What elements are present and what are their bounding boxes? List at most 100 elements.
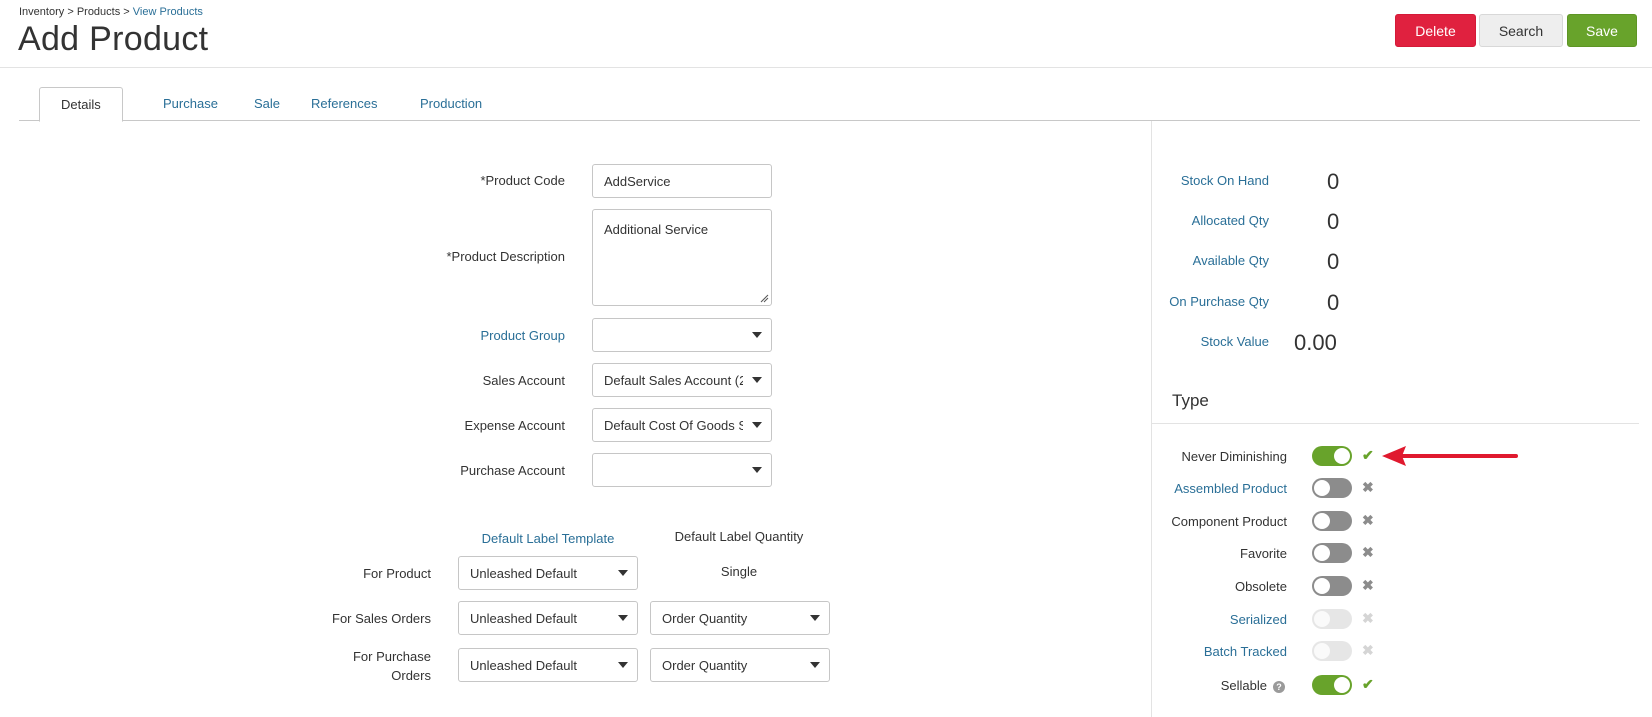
available-qty-label[interactable]: Available Qty <box>1193 253 1269 268</box>
tab-bar: Details Purchase Sale References Product… <box>19 87 1640 122</box>
expense-account-value: Default Cost Of Goods S <box>604 417 743 433</box>
sales-account-label: Sales Account <box>482 373 565 388</box>
chevron-down-icon <box>752 332 762 338</box>
tab-details[interactable]: Details <box>39 87 123 122</box>
on-purchase-qty-label[interactable]: On Purchase Qty <box>1169 294 1269 309</box>
cross-icon: ✖ <box>1362 544 1374 560</box>
tab-production[interactable]: Production <box>399 87 503 121</box>
obsolete-label: Obsolete <box>1234 579 1287 594</box>
allocated-qty-label[interactable]: Allocated Qty <box>1192 213 1269 228</box>
chevron-down-icon <box>618 570 628 576</box>
delete-button[interactable]: Delete <box>1395 14 1476 47</box>
panel-divider <box>1151 121 1152 717</box>
chevron-down-icon <box>752 422 762 428</box>
for-sales-orders-quantity-select[interactable]: Order Quantity <box>650 601 830 635</box>
sellable-toggle[interactable] <box>1312 675 1352 695</box>
for-sales-orders-template-select[interactable]: Unleashed Default <box>458 601 638 635</box>
cross-icon: ✖ <box>1362 577 1374 593</box>
product-description-label: *Product Description <box>446 249 566 264</box>
never-diminishing-label: Never Diminishing <box>1181 449 1287 464</box>
for-product-label: For Product <box>363 566 431 581</box>
stock-value-value: 0.00 <box>1294 330 1337 355</box>
sellable-label: Sellable? <box>1221 678 1285 693</box>
type-divider <box>1151 423 1639 424</box>
search-button[interactable]: Search <box>1479 14 1563 47</box>
for-purchase-orders-quantity-select[interactable]: Order Quantity <box>650 648 830 682</box>
for-purchase-orders-quantity-value: Order Quantity <box>662 657 748 673</box>
assembled-product-label[interactable]: Assembled Product <box>1174 481 1287 496</box>
stock-on-hand-value: 0 <box>1327 169 1340 194</box>
for-purchase-orders-template-value: Unleashed Default <box>470 657 577 673</box>
chevron-down-icon <box>810 662 820 668</box>
component-product-label: Component Product <box>1171 514 1287 529</box>
cross-icon: ✖ <box>1362 479 1374 495</box>
product-group-label[interactable]: Product Group <box>480 328 565 343</box>
default-label-quantity-header: Default Label Quantity <box>674 529 804 544</box>
for-sales-orders-label: For Sales Orders <box>332 611 431 626</box>
for-sales-orders-quantity-value: Order Quantity <box>662 610 748 626</box>
header-divider <box>0 67 1652 68</box>
product-description-textarea[interactable]: Additional Service <box>592 209 772 306</box>
save-button[interactable]: Save <box>1567 14 1637 47</box>
serialized-label[interactable]: Serialized <box>1230 612 1287 627</box>
favorite-label: Favorite <box>1240 546 1287 561</box>
sellable-label-text: Sellable <box>1220 678 1267 693</box>
for-purchase-orders-label-line2: Orders <box>391 668 431 683</box>
allocated-qty-value: 0 <box>1327 209 1340 234</box>
for-product-template-select[interactable]: Unleashed Default <box>458 556 638 590</box>
product-code-value: AddService <box>604 173 671 189</box>
expense-account-select[interactable]: Default Cost Of Goods S <box>592 408 772 442</box>
type-section-title: Type <box>1172 391 1209 410</box>
obsolete-toggle[interactable] <box>1312 576 1352 596</box>
chevron-down-icon <box>810 615 820 621</box>
sales-account-select[interactable]: Default Sales Account (2 <box>592 363 772 397</box>
breadcrumb: Inventory > Products > View Products <box>19 6 203 18</box>
serialized-toggle <box>1312 609 1352 629</box>
batch-tracked-toggle <box>1312 641 1352 661</box>
chevron-down-icon <box>618 615 628 621</box>
for-product-quantity: Single <box>720 564 758 579</box>
stock-value-label[interactable]: Stock Value <box>1201 334 1269 349</box>
check-icon: ✔ <box>1362 676 1374 692</box>
chevron-down-icon <box>618 662 628 668</box>
breadcrumb-products[interactable]: Products <box>77 6 120 18</box>
breadcrumb-view-products[interactable]: View Products <box>133 6 203 18</box>
tab-references[interactable]: References <box>290 87 398 121</box>
resize-handle-icon[interactable] <box>760 294 769 303</box>
batch-tracked-label[interactable]: Batch Tracked <box>1204 644 1287 659</box>
stock-on-hand-label[interactable]: Stock On Hand <box>1181 173 1269 188</box>
for-product-template-value: Unleashed Default <box>470 565 577 581</box>
for-purchase-orders-label-line1: For Purchase <box>352 649 431 664</box>
for-purchase-orders-template-select[interactable]: Unleashed Default <box>458 648 638 682</box>
available-qty-value: 0 <box>1327 249 1340 274</box>
component-product-toggle[interactable] <box>1312 511 1352 531</box>
product-group-select[interactable] <box>592 318 772 352</box>
page-title: Add Product <box>18 20 209 58</box>
cross-icon: ✖ <box>1362 642 1374 658</box>
chevron-down-icon <box>752 467 762 473</box>
sales-account-value: Default Sales Account (2 <box>604 372 743 388</box>
for-purchase-orders-label: For Purchase Orders <box>353 647 431 685</box>
product-description-value: Additional Service <box>604 222 709 237</box>
on-purchase-qty-value: 0 <box>1327 290 1340 315</box>
favorite-toggle[interactable] <box>1312 543 1352 563</box>
breadcrumb-separator: > <box>67 6 74 18</box>
assembled-product-toggle[interactable] <box>1312 478 1352 498</box>
chevron-down-icon <box>752 377 762 383</box>
product-code-label: *Product Code <box>480 173 565 188</box>
product-code-input[interactable]: AddService <box>592 164 772 198</box>
for-sales-orders-template-value: Unleashed Default <box>470 610 577 626</box>
purchase-account-select[interactable] <box>592 453 772 487</box>
cross-icon: ✖ <box>1362 512 1374 528</box>
cross-icon: ✖ <box>1362 610 1374 626</box>
default-label-template-header[interactable]: Default Label Template <box>458 531 638 546</box>
help-icon[interactable]: ? <box>1273 680 1285 693</box>
breadcrumb-separator: > <box>123 6 130 18</box>
expense-account-label: Expense Account <box>464 418 565 433</box>
purchase-account-label: Purchase Account <box>460 463 565 478</box>
never-diminishing-toggle[interactable] <box>1312 446 1352 466</box>
red-arrow-annotation <box>1382 446 1518 466</box>
check-icon: ✔ <box>1362 447 1374 463</box>
tab-purchase[interactable]: Purchase <box>142 87 239 121</box>
breadcrumb-inventory[interactable]: Inventory <box>19 6 64 18</box>
